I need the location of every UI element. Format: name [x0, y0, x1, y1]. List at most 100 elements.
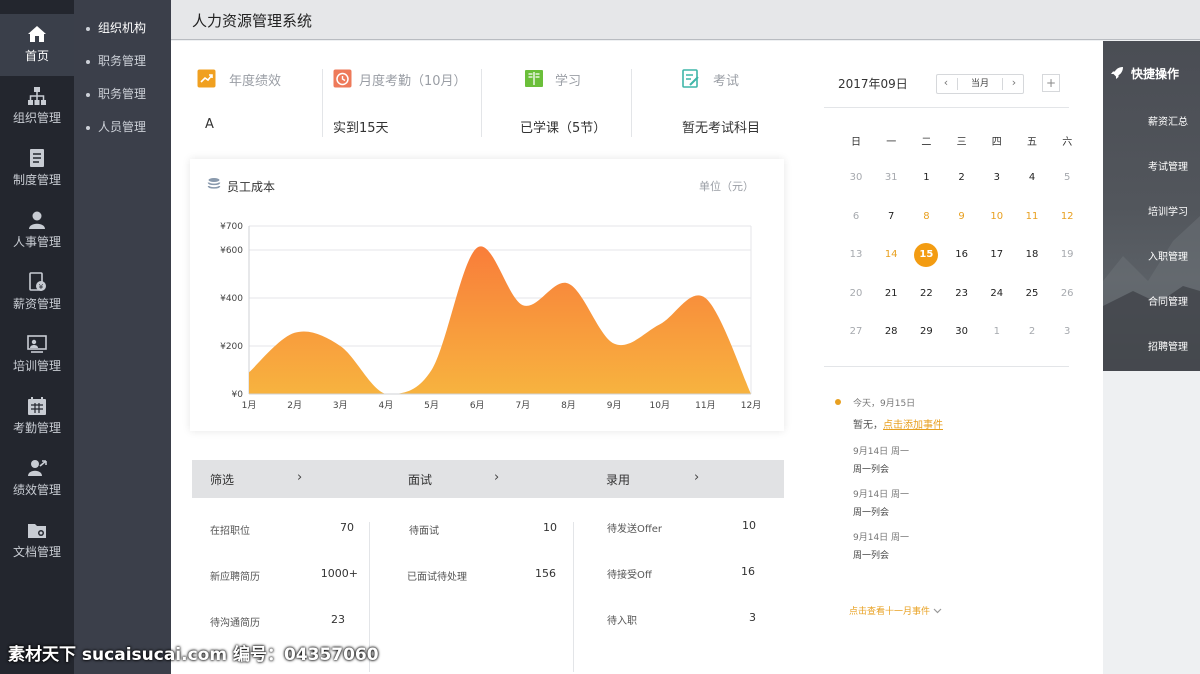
nav-item-home[interactable]: 首页 — [0, 14, 74, 76]
chevron-left-icon[interactable]: ‹ — [939, 76, 953, 89]
exam-icon — [682, 69, 699, 88]
quick-item-recruit[interactable]: 招聘管理 — [1103, 338, 1200, 353]
recruit-row-label[interactable]: 待发送Offer — [607, 520, 662, 535]
nav-item-org[interactable]: 组织管理 — [0, 76, 74, 138]
x-tick-label: 9月 — [607, 400, 622, 411]
calendar-day[interactable]: 30 — [844, 166, 868, 190]
calendar-day[interactable]: 17 — [985, 243, 1009, 267]
calendar-day[interactable]: 25 — [1020, 282, 1044, 306]
calendar-day[interactable]: 12 — [1055, 205, 1079, 229]
calendar-day[interactable]: 30 — [950, 320, 974, 344]
calendar-day[interactable]: 21 — [879, 282, 903, 306]
calendar-day[interactable]: 10 — [985, 205, 1009, 229]
recruit-row-value[interactable]: 23 — [285, 613, 345, 626]
calendar-day-selected[interactable]: 15 — [914, 243, 939, 267]
add-event-link[interactable]: 点击添加事件 — [883, 420, 943, 431]
nav-item-training[interactable]: 培训管理 — [0, 324, 74, 386]
tab-screening[interactable]: 筛选 — [210, 471, 234, 488]
calendar-day[interactable]: 2 — [950, 166, 974, 190]
calendar-day[interactable]: 18 — [1020, 243, 1044, 267]
chevron-right-icon[interactable]: › — [694, 470, 699, 485]
x-tick-label: 10月 — [650, 400, 670, 411]
calendar-day[interactable]: 29 — [914, 320, 938, 344]
calendar-day[interactable]: 5 — [1055, 166, 1079, 190]
add-event-button[interactable]: + — [1042, 74, 1060, 92]
recruit-row-value[interactable]: 70 — [294, 521, 354, 534]
more-events-link[interactable]: 点击查看十一月事件 — [849, 604, 942, 617]
tab-interview[interactable]: 面试 — [408, 471, 432, 488]
recruit-row-label[interactable]: 待入职 — [607, 612, 637, 627]
calendar-day[interactable]: 9 — [950, 205, 974, 229]
quick-item-onboarding[interactable]: 入职管理 — [1103, 248, 1200, 263]
calendar-day[interactable]: 14 — [879, 243, 903, 267]
calendar-day[interactable]: 26 — [1055, 282, 1079, 306]
app-root: 首页 组织管理 制度管理 人事管理 ¥ 薪资管理 培训管理 考勤管理 绩效管理 — [0, 0, 1200, 674]
chevron-right-icon[interactable]: › — [297, 470, 302, 485]
recruit-row-value[interactable]: 10 — [497, 521, 557, 534]
calendar-day[interactable]: 11 — [1020, 205, 1044, 229]
cost-area-chart: ¥0 ¥200 ¥400 ¥600 ¥700 1月 2月 3月 4月 5月 6月 7月 8月 9月 10月 1… — [220, 222, 761, 411]
subnav-item-staff[interactable]: 人员管理 — [85, 118, 146, 138]
recruit-row-value[interactable]: 156 — [496, 567, 556, 580]
stat-monthly-attendance[interactable]: 月度考勤（10月） 实到15天 — [333, 67, 483, 147]
subnav-item-position[interactable]: 职务管理 — [85, 52, 146, 72]
chevron-right-icon[interactable]: › — [494, 470, 499, 485]
subnav-item-org-structure[interactable]: 组织机构 — [85, 19, 146, 39]
calendar-day[interactable]: 1 — [914, 166, 938, 190]
nav-item-salary[interactable]: ¥ 薪资管理 — [0, 262, 74, 324]
recruit-row-label[interactable]: 已面试待处理 — [407, 568, 467, 583]
calendar-day[interactable]: 4 — [1020, 166, 1044, 190]
recruit-row-label[interactable]: 待沟通简历 — [210, 614, 260, 629]
recruit-row-value[interactable]: 10 — [696, 519, 756, 532]
recruit-row-value[interactable]: 1000+ — [298, 567, 358, 580]
stat-annual-performance[interactable]: 年度绩效 A — [197, 67, 327, 147]
calendar-day[interactable]: 8 — [914, 205, 938, 229]
calendar-day[interactable]: 2 — [1020, 320, 1044, 344]
nav-item-policy[interactable]: 制度管理 — [0, 138, 74, 200]
more-events-label: 点击查看十一月事件 — [849, 607, 931, 617]
calendar-day[interactable]: 31 — [879, 166, 903, 190]
calendar-day[interactable]: 23 — [950, 282, 974, 306]
x-tick-label: 1月 — [242, 400, 257, 411]
calendar-day[interactable]: 6 — [844, 205, 868, 229]
calendar-day[interactable]: 1 — [985, 320, 1009, 344]
quick-item-training[interactable]: 培训学习 — [1103, 203, 1200, 218]
nav-item-personnel[interactable]: 人事管理 — [0, 200, 74, 262]
event-list: 今天，9月15日 暂无，点击添加事件 9月14日 周一 周一列会 9月14日 周… — [833, 393, 1073, 633]
event-date: 9月14日 周一 — [853, 490, 910, 500]
calendar-day[interactable]: 24 — [985, 282, 1009, 306]
recruit-row-label[interactable]: 待接受Off — [607, 566, 652, 581]
calendar-day[interactable]: 3 — [1055, 320, 1079, 344]
calendar-day[interactable]: 3 — [985, 166, 1009, 190]
event-title[interactable]: 周一列会 — [853, 462, 889, 475]
stat-learning[interactable]: 学习 已学课（5节） — [520, 67, 633, 147]
event-title[interactable]: 周一列会 — [853, 548, 889, 561]
recruit-row-value[interactable]: 3 — [696, 611, 756, 624]
nav-item-attendance[interactable]: 考勤管理 — [0, 386, 74, 448]
quick-item-exam[interactable]: 考试管理 — [1103, 158, 1200, 173]
nav-item-performance[interactable]: 绩效管理 — [0, 448, 74, 510]
recruit-row-value[interactable]: 16 — [695, 565, 755, 578]
calendar-day[interactable]: 16 — [950, 243, 974, 267]
calendar-day[interactable]: 7 — [879, 205, 903, 229]
chevron-right-icon[interactable]: › — [1007, 76, 1021, 89]
recruit-row-label[interactable]: 待面试 — [409, 522, 439, 537]
calendar-day[interactable]: 27 — [844, 320, 868, 344]
subnav-item-position-2[interactable]: 职务管理 — [85, 85, 146, 105]
calendar-day[interactable]: 13 — [844, 243, 868, 267]
recruit-row-label[interactable]: 在招职位 — [210, 522, 250, 537]
recruit-row-label[interactable]: 新应聘简历 — [210, 568, 260, 583]
calendar-day[interactable]: 22 — [914, 282, 938, 306]
quick-item-salary-summary[interactable]: 薪资汇总 — [1103, 113, 1200, 128]
calendar-current-button[interactable]: 当月 — [957, 78, 1003, 90]
calendar-day[interactable]: 28 — [879, 320, 903, 344]
book-icon — [525, 70, 543, 87]
quick-item-contract[interactable]: 合同管理 — [1103, 293, 1200, 308]
calendar-day[interactable]: 20 — [844, 282, 868, 306]
tab-hire[interactable]: 录用 — [606, 471, 630, 488]
nav-item-documents[interactable]: 文档管理 — [0, 510, 74, 572]
calendar-day[interactable]: 19 — [1055, 243, 1079, 267]
stat-exam[interactable]: 考试 暂无考试科目 — [681, 67, 791, 147]
event-date: 9月14日 周一 — [853, 447, 910, 457]
event-title[interactable]: 周一列会 — [853, 505, 889, 518]
